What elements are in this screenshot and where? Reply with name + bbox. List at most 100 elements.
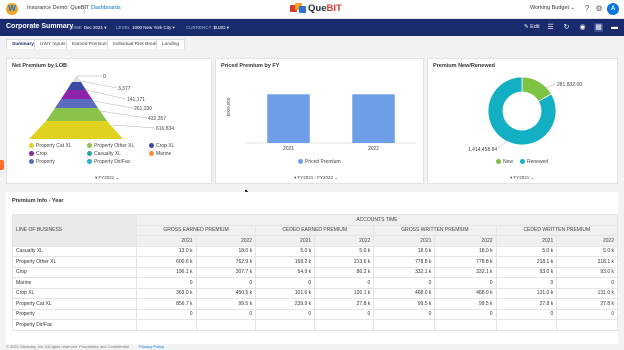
legend-item[interactable]: New <box>496 159 513 165</box>
table-cell: 0 <box>255 277 316 289</box>
currency-filter[interactable]: CURRENCY $USD ▾ <box>186 25 229 31</box>
present-icon[interactable]: ▬ <box>610 23 619 32</box>
table-row[interactable]: Marine 0 0 0 0 0 0 0 0 <box>12 277 618 289</box>
table-cell: 0 <box>314 277 375 289</box>
legend-item[interactable]: Renewed <box>520 159 548 165</box>
year-header: 2022 <box>195 235 257 247</box>
table-cell: 468.0 k <box>434 287 497 299</box>
bar-2021[interactable] <box>267 94 310 143</box>
donut-chart: 281,832.00 1,414,458.84 <box>468 76 582 153</box>
table-cell <box>255 319 316 331</box>
version-selector[interactable]: Working Budget ⌄ <box>530 5 575 11</box>
table-cell: 762.9 k <box>195 256 257 268</box>
legend-item[interactable]: Casualty XL <box>87 151 121 157</box>
metric-header[interactable]: GROSS WRITTEN PREMIUM <box>373 224 497 236</box>
table-cell: 218.1 k <box>556 256 618 268</box>
refresh-icon[interactable]: ↻ <box>562 23 571 32</box>
legend-item[interactable]: Priced Premium <box>298 159 341 165</box>
legend-item[interactable]: Property <box>29 159 55 165</box>
net-premium-panel: Net Premium by LOB 0 3,377 141,171 261,3… <box>6 58 212 184</box>
grid-view-icon[interactable]: ▦ <box>594 23 603 32</box>
premium-new-renewed-panel: Premium New/Renewed 281,832.00 1,414,458… <box>427 58 618 184</box>
filter-icon[interactable]: ☰ <box>546 23 555 32</box>
privacy-policy-link[interactable]: Privacy Policy <box>139 344 164 349</box>
cubes-icon <box>290 3 306 15</box>
pyramid-slice-1 <box>72 76 81 82</box>
pyramid-slice-6 <box>29 121 123 139</box>
table-cell: 213.6 k <box>314 256 375 268</box>
table-cell: 99.5 k <box>195 298 257 310</box>
row-label: Marine <box>12 277 137 289</box>
brand-que: Que <box>308 3 327 14</box>
table-row[interactable]: Property Other XL 600.6 k 762.9 k 168.2 k 21… <box>12 256 618 268</box>
table-cell: 778.8 k <box>373 256 436 268</box>
legend-item[interactable]: Marine <box>149 151 171 157</box>
level-filter[interactable]: LEVEL 1000 New York City ▾ <box>116 25 175 31</box>
table-cell: 600.6 k <box>136 256 197 268</box>
table-cell: 0 <box>136 308 197 320</box>
table-cell <box>495 319 558 331</box>
metric-header[interactable]: CEDED WRITTEN PREMIUM <box>495 224 619 236</box>
workday-logo[interactable]: W <box>6 3 18 15</box>
time-filter[interactable]: TIME Dec 2021 ▾ <box>71 25 107 31</box>
legend-item[interactable]: Property Cat XL <box>29 143 72 149</box>
table-cell: 93.0 k <box>495 266 558 278</box>
row-label: Crop <box>12 266 137 278</box>
table-cell: 126.1 k <box>314 287 375 299</box>
page-title: Corporate Summary <box>6 23 74 30</box>
top-bar: W Insurance Demo: QueBIT Dashboards QueB… <box>0 0 624 19</box>
pyramid-label: 432,357 <box>148 116 166 122</box>
slice-label: 1,414,458.84 <box>468 147 497 153</box>
lob-header[interactable]: LINE OF BUSINESS <box>12 214 137 247</box>
settings-icon[interactable]: ⚙ <box>594 4 604 14</box>
table-cell: 18.0 k <box>434 245 497 257</box>
pyramid-label: 0 <box>103 74 106 80</box>
table-cell: 0 <box>434 308 497 320</box>
table-row[interactable]: Crop XL 363.0 k 450.5 k 101.6 k 126.1 k 468.0… <box>12 287 618 299</box>
table-cell <box>434 319 497 331</box>
fy-filter[interactable]: ▾ FY2021 ⌄ <box>95 175 119 181</box>
table-row[interactable]: Casualty XL 13.0 k 18.0 k 5.0 k 5.0 k 18.0 k1… <box>12 245 618 257</box>
table-row[interactable]: Crop 196.1 k 307.7 k 54.9 k 86.2 k 332.1 k 332… <box>12 266 618 278</box>
x-tick-label: 2022 <box>368 146 379 152</box>
fy-range-filter[interactable]: ▾ FY2021 - FY2022 ⌄ <box>294 175 338 181</box>
table-cell: 778.8 k <box>434 256 497 268</box>
legend-item[interactable]: Property Dir/Fac <box>87 159 130 165</box>
dashboards-link[interactable]: Dashboards <box>91 5 121 11</box>
table-cell: 27.8 k <box>314 298 375 310</box>
table-cell <box>136 319 197 331</box>
table-cell: 93.0 k <box>556 266 618 278</box>
legend-item[interactable]: Crop <box>29 151 47 157</box>
panel-title: Premium Info - Year <box>12 198 64 204</box>
dashboard-header: Corporate Summary TIME Dec 2021 ▾ LEVEL 10… <box>0 19 624 36</box>
metric-header[interactable]: GROSS EARNED PREMIUM <box>135 224 257 236</box>
camera-icon[interactable]: ◉ <box>578 23 587 32</box>
bar-2022[interactable] <box>352 94 395 143</box>
pyramid-slice-5 <box>46 108 107 121</box>
metric-header[interactable]: CEDED EARNED PREMIUM <box>255 224 375 236</box>
row-label: Property <box>12 308 137 320</box>
table-cell: 332.1 k <box>434 266 497 278</box>
table-cell: 0 <box>373 277 436 289</box>
table-row[interactable]: Property Dir/Fac <box>12 319 618 331</box>
legend-item[interactable]: Property Other XL <box>87 143 134 149</box>
table-row[interactable]: Property 0 0 0 0 0 0 0 0 <box>12 308 618 320</box>
tab-landing[interactable]: Landing <box>156 39 186 49</box>
table-cell: 0 <box>495 277 558 289</box>
table-cell: 18.0 k <box>373 245 436 257</box>
divider <box>84 4 85 14</box>
table-cell: 0 <box>195 308 257 320</box>
table-cell: 5.0 k <box>556 245 618 257</box>
premium-table: LINE OF BUSINESS ACCOUNTS TIME GROSS EAR… <box>12 214 619 331</box>
table-cell: 0 <box>495 308 558 320</box>
legend-item[interactable]: Crop XL <box>149 143 174 149</box>
fy-filter[interactable]: ▾ FY2021 ⌄ <box>510 175 534 181</box>
side-panel-handle[interactable] <box>0 160 4 170</box>
table-cell: 131.0 k <box>556 287 618 299</box>
year-header: 2021 <box>255 235 316 247</box>
y-axis-label: $000,000 <box>226 97 231 116</box>
avatar[interactable]: A <box>607 3 619 15</box>
edit-button[interactable]: ✎ Edit <box>524 24 540 30</box>
table-row[interactable]: Property Cat XL 856.7 k 99.5 k 239.9 k 27.8 … <box>12 298 618 310</box>
help-icon[interactable]: ? <box>582 4 592 14</box>
